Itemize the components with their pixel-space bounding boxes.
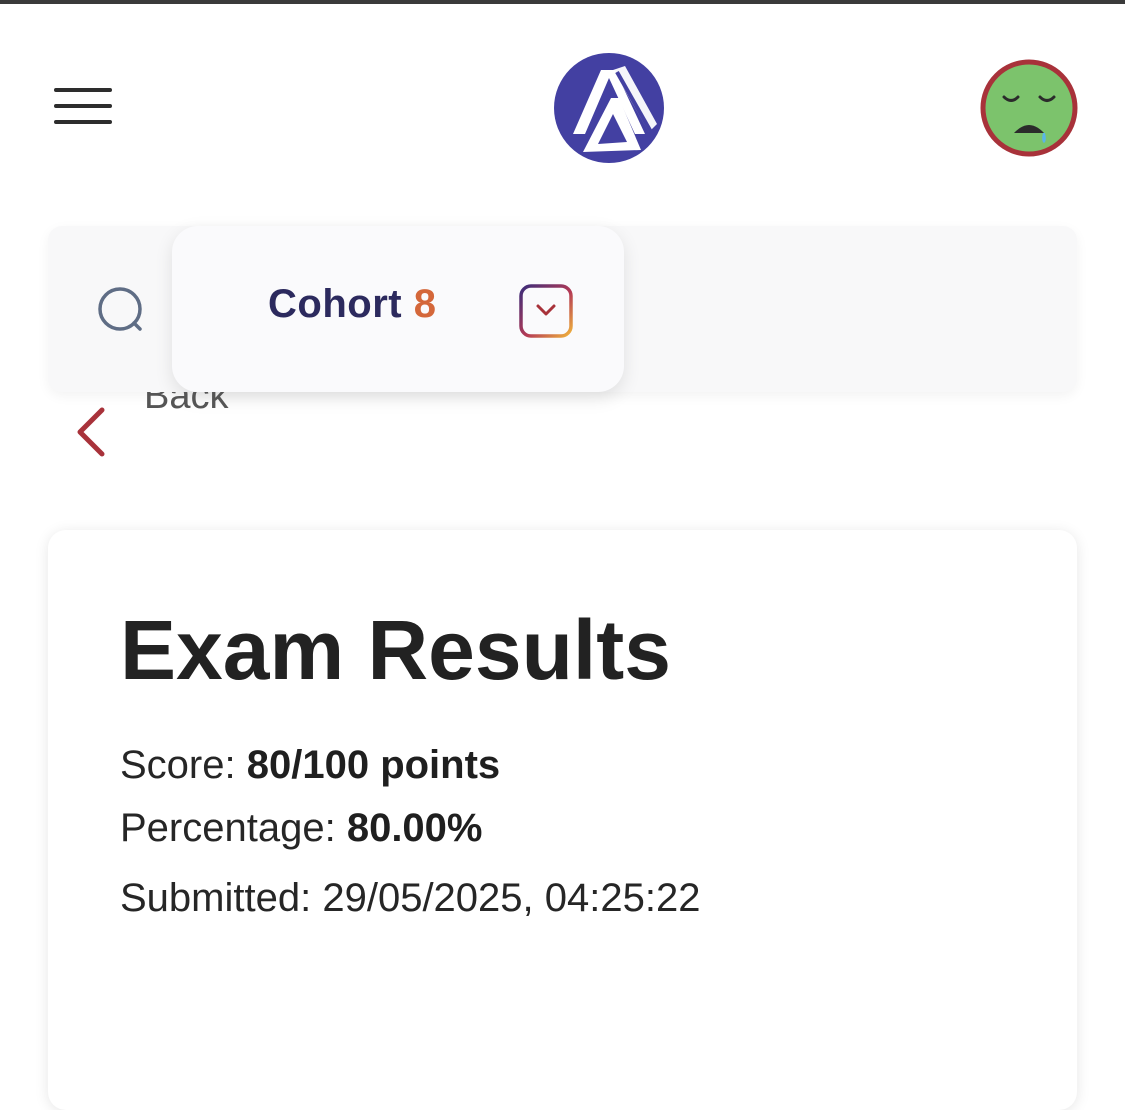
percentage-value: 80.00% [346,806,483,850]
score-label: Score: [120,743,236,787]
exam-results-card: Exam Results Score: 80/100 points Percen… [48,530,1077,1110]
user-avatar-sad-face-icon[interactable] [980,59,1078,157]
score-line: Score: 80/100 points [120,745,500,785]
cohort-label: Cohort 8 [268,282,436,327]
back-label: Back [144,392,229,417]
submitted-label: Submitted: [120,876,312,920]
brand-logo-icon[interactable] [553,52,665,164]
menu-line [54,104,112,108]
submitted-value: 29/05/2025, 04:25:22 [322,876,701,920]
cohort-number: 8 [413,282,437,326]
cohort-selector[interactable]: Cohort 8 [172,226,624,392]
menu-line [54,88,112,92]
chevron-down-icon[interactable] [518,283,574,339]
results-title: Exam Results [120,603,671,697]
percentage-line: Percentage: 80.00% [120,808,483,848]
cohort-word: Cohort [268,282,403,326]
back-link[interactable]: Back [60,392,280,462]
percentage-label: Percentage: [120,806,336,850]
top-border [0,0,1125,4]
search-icon[interactable] [96,285,148,337]
menu-line [54,120,112,124]
submitted-line: Submitted: 29/05/2025, 04:25:22 [120,878,700,918]
score-value: 80/100 points [246,743,501,787]
hamburger-menu-icon[interactable] [54,88,112,128]
chevron-left-icon [68,392,108,460]
